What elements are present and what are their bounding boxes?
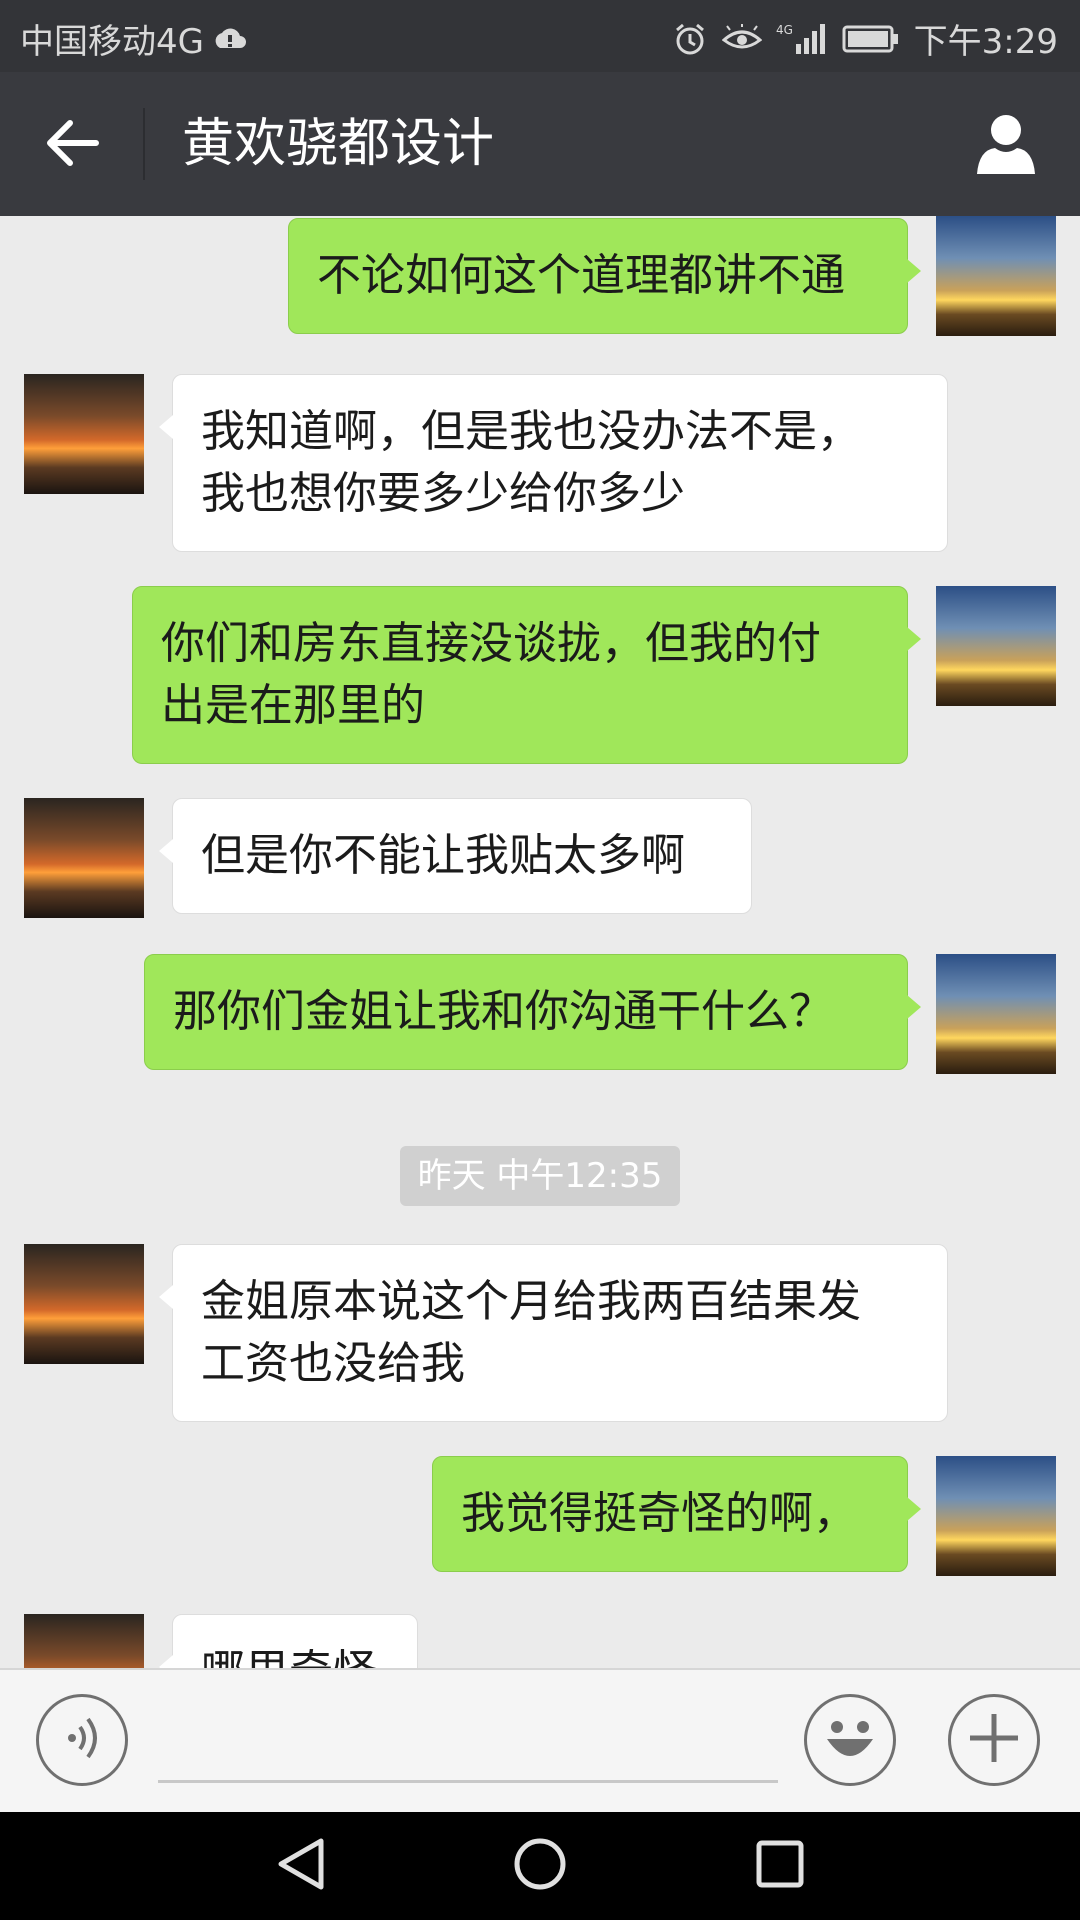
signal-icon: 4G <box>776 22 828 56</box>
friend-avatar[interactable] <box>24 1614 144 1668</box>
message-bubble-sent[interactable]: 那你们金姐让我和你沟通干什么？ <box>144 954 921 1070</box>
chat-area[interactable]: 不论如何这个道理都讲不通 我知道啊，但是我也没办法不是， 我也想你要多少给你多少… <box>0 216 1080 1668</box>
clock-label: 下午3:29 <box>913 22 1058 62</box>
eye-icon <box>721 23 762 54</box>
friend-avatar[interactable] <box>24 374 144 494</box>
message-timestamp: 昨天 中午12:35 <box>400 1146 680 1206</box>
svg-text:4G: 4G <box>776 23 793 37</box>
carrier-label: 中国移动4G <box>20 22 204 62</box>
battery-icon <box>842 24 900 54</box>
status-right: 4G 下午3:29 <box>672 14 1058 63</box>
message-bubble-received[interactable]: 但是你不能让我贴太多啊 <box>159 798 752 914</box>
message-bubble-sent[interactable]: 我觉得挺奇怪的啊， <box>432 1456 921 1572</box>
alarm-icon <box>672 21 708 57</box>
message-bubble-received[interactable]: 哪里奇怪 <box>159 1614 418 1668</box>
message-bubble-sent[interactable]: 你们和房东直接没谈拢，但我的付 出是在那里的 <box>132 586 921 764</box>
system-nav-bar <box>0 1812 1080 1920</box>
chat-title: 黄欢骁都设计 <box>182 114 495 174</box>
person-icon <box>973 110 1039 180</box>
triangle-back-icon <box>275 1837 327 1895</box>
friend-avatar[interactable] <box>24 798 144 918</box>
square-recent-icon <box>754 1838 806 1894</box>
chat-header: 黄欢骁都设计 <box>0 72 1080 216</box>
nav-home-button[interactable] <box>505 1836 575 1896</box>
voice-button[interactable] <box>36 1694 128 1786</box>
back-button[interactable] <box>36 110 110 180</box>
more-button[interactable] <box>948 1694 1040 1786</box>
input-bar <box>0 1668 1080 1814</box>
emoji-button[interactable] <box>804 1694 896 1786</box>
my-avatar[interactable] <box>936 216 1056 336</box>
message-bubble-received[interactable]: 金姐原本说这个月给我两百结果发 工资也没给我 <box>159 1244 948 1422</box>
my-avatar[interactable] <box>936 1456 1056 1576</box>
voice-icon <box>60 1713 104 1767</box>
nav-recent-button[interactable] <box>745 1836 815 1896</box>
nav-back-button[interactable] <box>266 1836 336 1896</box>
status-left: 中国移动4G <box>20 14 248 63</box>
arrow-left-icon <box>46 120 100 170</box>
smiley-icon <box>815 1703 885 1777</box>
chat-info-button[interactable] <box>968 108 1044 182</box>
message-bubble-received[interactable]: 我知道啊，但是我也没办法不是， 我也想你要多少给你多少 <box>159 374 948 552</box>
cloud-icon <box>212 26 248 52</box>
status-bar: 中国移动4G 4G 下午3:29 <box>0 0 1080 72</box>
header-divider <box>143 108 145 180</box>
message-input[interactable] <box>158 1710 778 1783</box>
my-avatar[interactable] <box>936 586 1056 706</box>
plus-icon <box>966 1710 1022 1770</box>
my-avatar[interactable] <box>936 954 1056 1074</box>
circle-home-icon <box>512 1836 568 1896</box>
friend-avatar[interactable] <box>24 1244 144 1364</box>
message-bubble-sent[interactable]: 不论如何这个道理都讲不通 <box>288 218 921 334</box>
